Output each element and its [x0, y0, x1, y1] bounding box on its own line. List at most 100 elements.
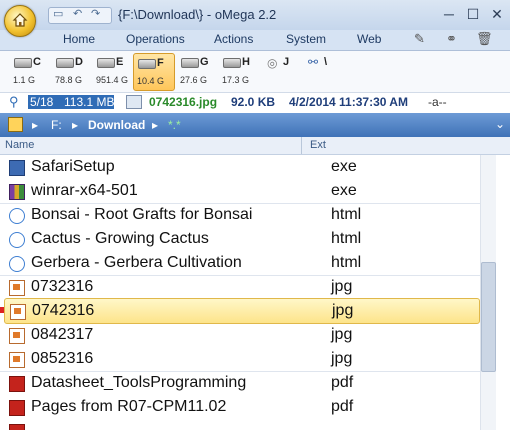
drive-f-button[interactable]: F 10.4 G	[133, 53, 175, 91]
drive-free-space: 1.1 G	[13, 75, 36, 85]
list-item[interactable]: Datasheet_ToolsProgramming pdf	[0, 371, 480, 395]
save-icon[interactable]: ▭	[53, 7, 63, 20]
network-icon: ⚯	[308, 55, 319, 69]
search-icon[interactable]: ⚲	[9, 94, 19, 110]
new-folder-icon[interactable]: ✎	[414, 31, 425, 47]
image-file-icon	[126, 95, 142, 109]
drive-d-button[interactable]: D 78.8 G	[52, 53, 92, 89]
drive-free-space: 10.4 G	[137, 76, 165, 86]
list-item[interactable]: Gerbera - Gerbera Cultivation html	[0, 251, 480, 275]
drive-free-space: 78.8 G	[55, 75, 83, 85]
file-ext: jpg	[331, 326, 353, 343]
drive-free-space: 27.6 G	[180, 75, 208, 85]
drive-e-button[interactable]: E 951.4 G	[93, 53, 133, 89]
list-item[interactable]: 0852316 jpg	[0, 347, 480, 371]
column-ext[interactable]: Ext	[310, 139, 326, 151]
path-filter[interactable]: *.*	[168, 118, 181, 132]
drive-icon	[138, 59, 156, 69]
list-item-partial[interactable]	[0, 419, 480, 430]
jpg-icon	[9, 280, 25, 296]
jpg-icon	[9, 328, 25, 344]
file-name: Pages from R07-CPM11.02	[31, 398, 227, 415]
file-name: 0742316	[32, 302, 95, 319]
drive-g-button[interactable]: G 27.6 G	[177, 53, 217, 89]
chevron-right-icon: ▸	[72, 118, 79, 132]
tab-home[interactable]: Home	[63, 32, 95, 46]
network-drive-button[interactable]: ⚯ \	[306, 53, 346, 89]
connect-icon[interactable]: ⚭	[446, 31, 457, 47]
file-ext: jpg	[331, 350, 353, 367]
drive-letter: D	[75, 56, 83, 68]
list-item[interactable]: 0842317 jpg	[0, 323, 480, 347]
path-folder[interactable]: Download	[88, 118, 145, 132]
maximize-button[interactable]: ☐	[462, 5, 484, 23]
file-ext: exe	[331, 158, 357, 175]
minimize-button[interactable]: ─	[438, 5, 460, 23]
file-ext: html	[331, 254, 362, 271]
file-ext: jpg	[331, 278, 353, 295]
drive-letter: E	[116, 56, 124, 68]
column-divider[interactable]	[301, 137, 302, 154]
drive-j-button[interactable]: ◎ J	[265, 53, 305, 89]
list-item[interactable]: 0732316 jpg	[0, 275, 480, 299]
window-title: {F:\Download\} - oMega 2.2	[118, 7, 277, 22]
chevron-right-icon: ▸	[152, 118, 159, 132]
recycle-bin-icon[interactable]: 🗑	[476, 31, 493, 47]
undo-icon[interactable]: ↶	[73, 7, 82, 20]
file-ext: html	[331, 230, 362, 247]
list-item[interactable]: Cactus - Growing Cactus html	[0, 227, 480, 251]
tab-web[interactable]: Web	[357, 32, 381, 46]
column-header	[0, 137, 510, 155]
drive-c-button[interactable]: C 1.1 G	[10, 53, 50, 89]
current-filename: 0742316.jpg	[149, 95, 218, 109]
edit-path-icon[interactable]	[8, 117, 23, 132]
file-ext: exe	[331, 182, 357, 199]
app-menu-button[interactable]	[4, 5, 36, 37]
list-item[interactable]: Bonsai - Root Grafts for Bonsai html	[0, 203, 480, 227]
drive-h-button[interactable]: H 17.3 G	[219, 53, 259, 89]
selection-count: 5/18	[30, 95, 54, 109]
file-name: 0852316	[31, 350, 94, 367]
list-item[interactable]: SafariSetup exe	[0, 155, 480, 179]
current-file-attributes: -a--	[428, 95, 447, 109]
tab-actions[interactable]: Actions	[214, 32, 253, 46]
redo-icon[interactable]: ↷	[91, 7, 100, 20]
pdf-icon	[9, 376, 25, 392]
drive-letter: F	[157, 57, 164, 69]
file-name: SafariSetup	[31, 158, 115, 175]
file-name: 0732316	[31, 278, 94, 295]
drive-letter: \	[324, 56, 328, 68]
list-item[interactable]: Pages from R07-CPM11.02 pdf	[0, 395, 480, 419]
exe-icon	[9, 160, 25, 176]
quick-access-toolbar: ▭ ↶ ↷	[48, 7, 112, 24]
file-name: 0842317	[31, 326, 94, 343]
drive-icon	[223, 58, 241, 68]
drive-free-space: 951.4 G	[96, 75, 129, 85]
selection-size: 113.1 MB	[64, 95, 115, 109]
chevron-down-icon[interactable]: ⌄	[495, 117, 505, 131]
chevron-right-icon: ▸	[32, 118, 39, 132]
drive-letter: J	[283, 56, 290, 68]
scrollbar-thumb[interactable]	[481, 262, 496, 372]
cd-drive-icon: ◎	[267, 56, 278, 70]
file-name: Bonsai - Root Grafts for Bonsai	[31, 206, 253, 223]
drive-letter: C	[33, 56, 41, 68]
pdf-icon	[9, 400, 25, 416]
list-item-selected[interactable]: 0742316 jpg	[4, 298, 480, 324]
drive-letter: H	[242, 56, 250, 68]
path-drive[interactable]: F:	[51, 118, 62, 132]
home-icon	[12, 13, 28, 27]
file-ext: pdf	[331, 374, 354, 391]
tab-system[interactable]: System	[286, 32, 326, 46]
pdf-icon	[9, 424, 25, 430]
file-ext: html	[331, 206, 362, 223]
column-name[interactable]: Name	[5, 139, 34, 151]
drive-icon	[56, 58, 74, 68]
drive-icon	[97, 58, 115, 68]
tab-operations[interactable]: Operations	[126, 32, 185, 46]
file-name: Gerbera - Gerbera Cultivation	[31, 254, 242, 271]
jpg-icon	[9, 352, 25, 368]
list-item[interactable]: winrar-x64-501 exe	[0, 179, 480, 203]
jpg-icon	[10, 304, 26, 320]
close-button[interactable]: ✕	[486, 5, 508, 23]
